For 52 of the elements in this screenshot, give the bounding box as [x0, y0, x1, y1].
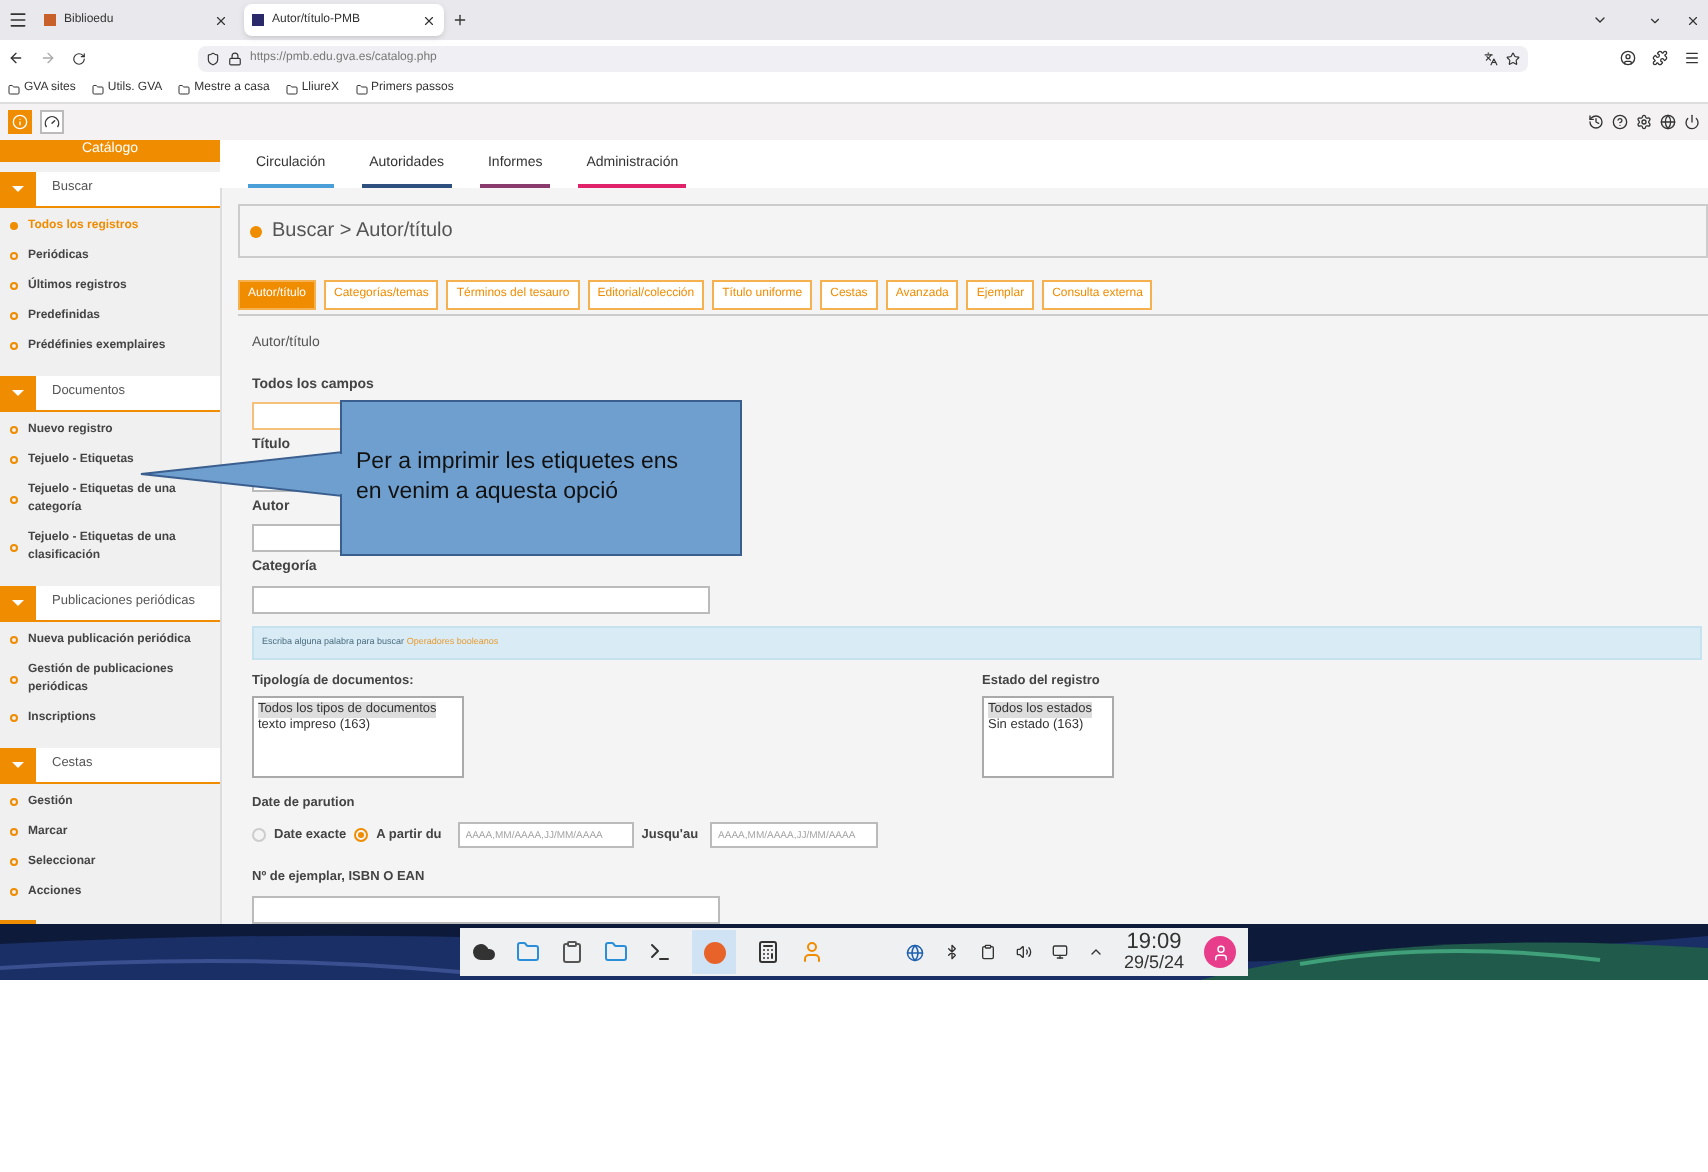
bluetooth-icon[interactable]	[943, 944, 960, 960]
input-field[interactable]	[252, 895, 720, 924]
close-icon[interactable]	[422, 13, 436, 27]
folder-icon	[8, 83, 20, 95]
menu-icon[interactable]	[1684, 50, 1700, 66]
folder-icon	[178, 83, 191, 95]
folder-icon[interactable]	[516, 940, 540, 964]
caret-icon	[12, 185, 24, 191]
clock-time: 19:09	[1126, 932, 1182, 952]
cloud-icon[interactable]	[472, 940, 496, 964]
reload-icon[interactable]	[72, 51, 86, 65]
power-icon[interactable]	[1684, 114, 1700, 130]
calculator-icon[interactable]	[756, 940, 780, 964]
back-icon[interactable]	[8, 50, 24, 66]
browser-taskbar-button[interactable]	[692, 930, 736, 974]
caret-icon	[12, 389, 24, 395]
help-icon[interactable]	[1612, 114, 1628, 130]
close-icon[interactable]	[214, 13, 228, 27]
new-tab-icon[interactable]	[452, 12, 468, 28]
history-icon[interactable]	[1588, 114, 1604, 130]
input-field[interactable]	[252, 585, 710, 613]
settings-icon[interactable]	[1636, 114, 1652, 130]
clipboard-icon[interactable]	[979, 944, 996, 960]
display-icon[interactable]	[1051, 944, 1068, 960]
lock-icon	[228, 51, 242, 65]
extensions-icon[interactable]	[1652, 50, 1668, 66]
notes-icon[interactable]	[560, 940, 584, 964]
folder-icon[interactable]	[604, 940, 628, 964]
tab-favicon-icon	[44, 14, 56, 26]
user-avatar[interactable]	[1204, 936, 1236, 968]
globe-icon[interactable]	[1660, 114, 1676, 130]
volume-icon[interactable]	[1015, 944, 1032, 960]
clock-date: 29/5/24	[1123, 952, 1184, 972]
minimize-icon[interactable]	[1648, 13, 1662, 27]
shield-icon	[206, 51, 220, 65]
caret-icon	[12, 761, 24, 767]
caret-icon	[12, 599, 24, 605]
folder-icon	[91, 83, 104, 95]
folder-icon	[285, 83, 298, 95]
bookmark-star-icon[interactable]	[1506, 51, 1520, 65]
account-icon[interactable]	[1620, 50, 1636, 66]
tooltip-text: Per a imprimir les etiquetes ens en venim a aquesta opció	[356, 448, 681, 508]
dashboard-button[interactable]	[40, 110, 64, 134]
terminal-icon[interactable]	[648, 940, 672, 964]
translate-icon[interactable]	[1484, 51, 1498, 65]
tab-menu-icon[interactable]	[1592, 12, 1608, 28]
close-icon[interactable]	[1686, 13, 1700, 27]
tab-list-icon[interactable]	[8, 10, 28, 30]
tray-expand-icon[interactable]	[1087, 944, 1104, 960]
folder-icon	[355, 83, 368, 95]
breadcrumb-bar: Buscar > Autor/título	[238, 204, 1708, 258]
tab-favicon-icon	[252, 14, 264, 26]
